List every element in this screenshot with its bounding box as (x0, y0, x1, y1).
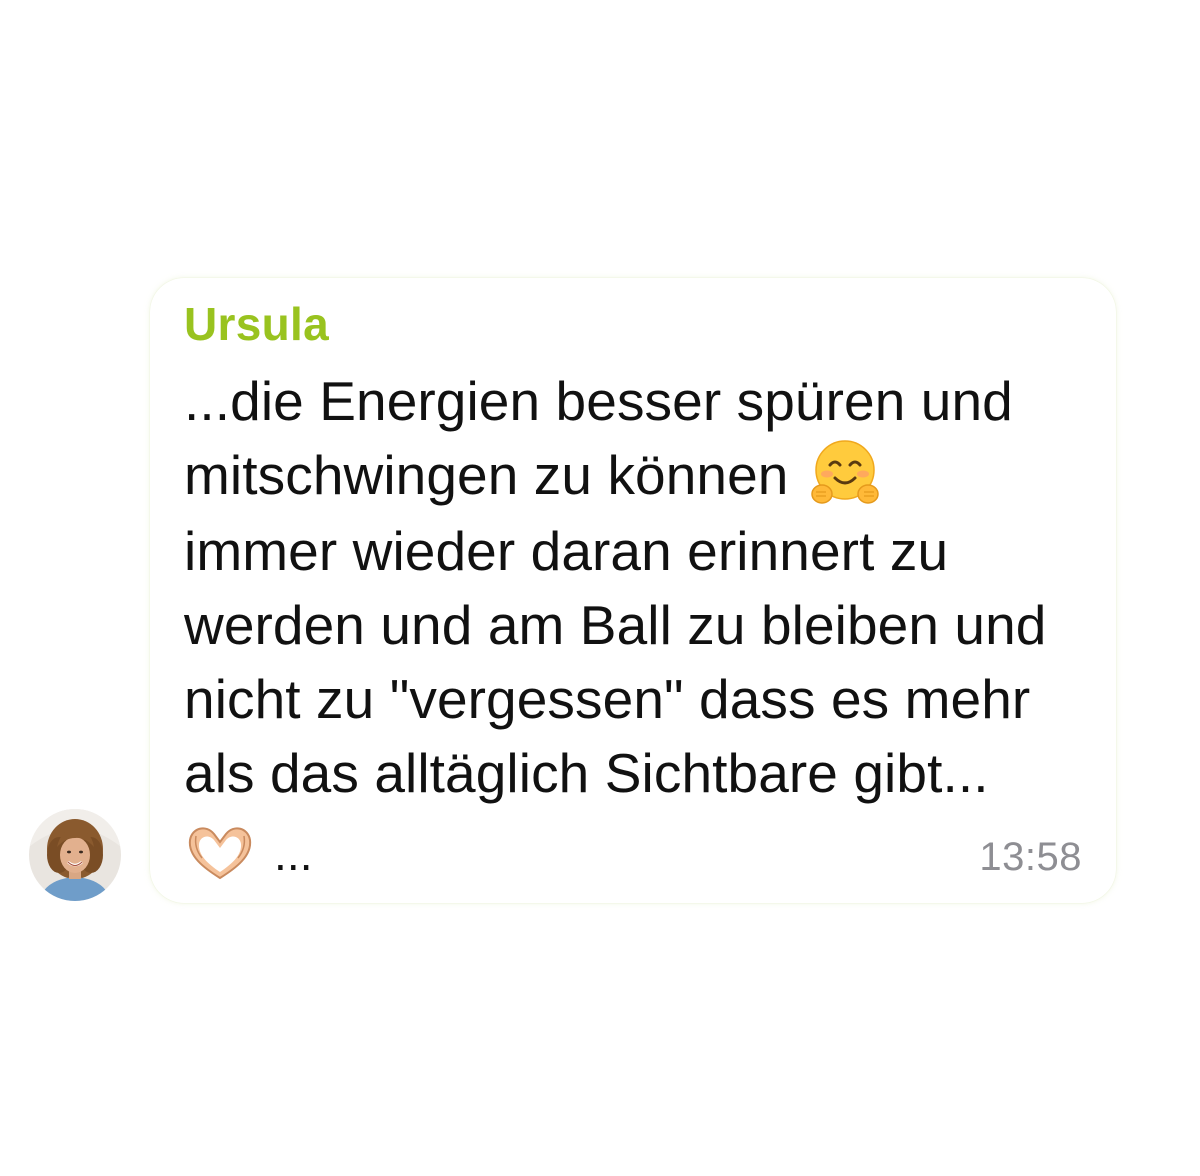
sender-avatar[interactable] (29, 809, 121, 901)
message-last-line: ... (184, 814, 1104, 891)
message-timestamp: 13:58 (979, 835, 1082, 879)
message-text: ...die Energien besser spüren und mitsch… (184, 364, 1104, 891)
hugging-face-icon (811, 440, 879, 505)
message-line: werden und am Ball zu bleiben und (184, 594, 1047, 657)
trailing-ellipsis: ... (274, 828, 313, 881)
message-line: ...die Energien besser spüren und (184, 370, 1013, 432)
message-bubble[interactable]: Ursula ...die Energien besser spüren und… (150, 278, 1116, 903)
message-line: immer wieder daran erinnert zu (184, 520, 949, 583)
message-line: mitschwingen zu können (184, 444, 789, 506)
heart-hands-icon (188, 827, 252, 880)
message-line-with-emoji: mitschwingen zu können (184, 438, 1104, 514)
message-line: nicht zu "vergessen" dass es mehr (184, 668, 1031, 731)
avatar-photo-icon (29, 809, 121, 901)
message-line: als das alltäglich Sichtbare gibt... (184, 742, 989, 805)
chat-screen: Ursula ...die Energien besser spüren und… (0, 0, 1200, 1176)
sender-name[interactable]: Ursula (184, 296, 329, 352)
